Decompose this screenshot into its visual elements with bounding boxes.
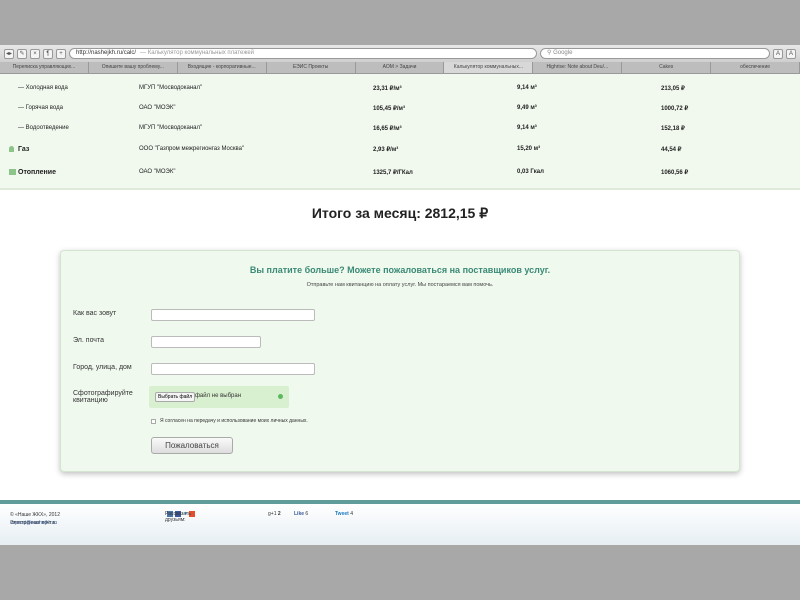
tab[interactable]: обеспечение	[711, 62, 800, 73]
provider: МГУП "Мосводоканал"	[139, 125, 203, 131]
email-label: Эл. почта	[73, 337, 104, 344]
file-upload: Выбрать файл файл не выбран	[149, 386, 289, 408]
gas-icon	[9, 146, 14, 152]
service-name: — Холодная вода	[18, 85, 68, 91]
edit-icon[interactable]: ✎	[17, 48, 27, 59]
provider: МГУП "Мосводоканал"	[139, 85, 203, 91]
form-subheading: Отправьте нам квитанцию на оплату услуг.…	[306, 282, 494, 288]
footer: © «Наше ЖКХ», 2012 Электронная почта: vo…	[0, 500, 800, 545]
amount: 0,03 Гкал	[517, 169, 544, 175]
service-name: — Горячая вода	[18, 105, 63, 111]
provider: ОАО "МОЭК"	[139, 105, 176, 111]
share-label: Рассказать друзьям:	[165, 511, 191, 523]
text-size-button[interactable]: A	[773, 48, 783, 59]
name-label: Как вас зовут	[73, 310, 117, 317]
tab[interactable]: Highrise: Note about Deu/...	[533, 62, 623, 73]
status-dot-icon	[278, 394, 283, 399]
amount: 9,49 м³	[517, 105, 537, 111]
amount: 9,14 м³	[517, 85, 537, 91]
service-name: Отопление	[18, 169, 56, 176]
like-label: Like	[294, 511, 305, 517]
monthly-total: Итого за месяц: 2812,15 ₽	[311, 205, 489, 221]
form-heading: Вы платите больше? Можете пожаловаться н…	[249, 265, 551, 275]
bookmark-icon[interactable]: ¶	[43, 48, 53, 59]
add-icon[interactable]: +	[56, 48, 66, 59]
tab-bar: Переписка управляющих... Опишите вашу пр…	[0, 62, 800, 74]
url-text: http://nashejkh.ru/calc/	[76, 50, 137, 56]
sum: 1000,72 ₽	[661, 106, 689, 112]
complaint-form: Вы платите больше? Можете пожаловаться н…	[60, 250, 740, 472]
rate: 16,65 ₽/м³	[373, 126, 402, 132]
gplus-count: 2	[277, 511, 281, 517]
tab[interactable]: АОМ > Задачи	[356, 62, 445, 73]
tweet-button[interactable]: Tweet 4	[335, 511, 353, 517]
sum: 1060,56 ₽	[661, 170, 689, 176]
rate: 105,45 ₽/м³	[373, 106, 405, 112]
tab[interactable]: ЕЭИС Проекты	[267, 62, 356, 73]
sum: 152,18 ₽	[661, 126, 685, 132]
search-placeholder: Google	[553, 50, 573, 56]
back-forward-button[interactable]: ◂▸	[4, 48, 14, 59]
rate: 2,93 ₽/м³	[373, 147, 399, 153]
tab[interactable]: Опишите вашу проблему...	[89, 62, 178, 73]
url-bar[interactable]: http://nashejkh.ru/calc/— Калькулятор ко…	[69, 48, 537, 59]
amount: 15,20 м³	[517, 146, 541, 152]
amount: 9,14 м³	[517, 125, 537, 131]
email-label: Электронная почта:	[10, 520, 57, 526]
tab[interactable]: Входящие - корпоративные...	[178, 62, 267, 73]
text-size-button[interactable]: A	[786, 48, 796, 59]
browser-toolbar: ◂▸ ✎ × ¶ + http://nashejkh.ru/calc/— Кал…	[0, 45, 800, 62]
provider: ОАО "МОЭК"	[139, 169, 176, 175]
tweet-label: Tweet	[335, 511, 349, 517]
sum: 44,54 ₽	[661, 147, 682, 153]
submit-complaint-button[interactable]: Пожаловаться	[151, 437, 233, 454]
like-count: 6	[305, 511, 309, 517]
consent-checkbox[interactable]	[151, 419, 156, 424]
name-input[interactable]	[151, 309, 315, 321]
provider: ООО "Газпром межрегионгаз Москва"	[139, 146, 245, 152]
service-name: Газ	[18, 146, 30, 153]
email-input[interactable]	[151, 336, 261, 348]
browser-window: ◂▸ ✎ × ¶ + http://nashejkh.ru/calc/— Кал…	[0, 45, 800, 545]
page-title: — Калькулятор коммунальных платежей	[140, 50, 255, 56]
copyright: © «Наше ЖКХ», 2012	[10, 512, 60, 518]
choose-file-button[interactable]: Выбрать файл	[155, 392, 196, 402]
utilities-table: — Холодная вода МГУП "Мосводоканал" 23,31 …	[0, 74, 800, 190]
rate: 1325,7 ₽/ГКал	[373, 170, 413, 176]
tab[interactable]: Cakes	[622, 62, 712, 73]
file-status: файл не выбран	[195, 393, 242, 399]
close-icon[interactable]: ×	[30, 48, 40, 59]
radiator-icon	[9, 169, 16, 175]
like-button[interactable]: Like 6	[294, 511, 308, 517]
photo-label: Сфотографируйте квитанцию	[73, 390, 133, 404]
service-name: — Водоотведение	[18, 125, 69, 131]
consent-label: Я согласен на передачу и использование м…	[160, 418, 308, 424]
rate: 23,31 ₽/м³	[373, 86, 402, 92]
tweet-count: 4	[350, 511, 353, 517]
gplus-button[interactable]: g+1 2	[268, 511, 281, 517]
address-label: Город, улица, дом	[73, 364, 132, 371]
sum: 213,05 ₽	[661, 86, 685, 92]
tab[interactable]: Переписка управляющих...	[0, 62, 89, 73]
tab-active[interactable]: Калькулятор коммунальных...	[444, 62, 534, 73]
search-input[interactable]: ⚲ Google	[540, 48, 770, 59]
address-input[interactable]	[151, 363, 315, 375]
